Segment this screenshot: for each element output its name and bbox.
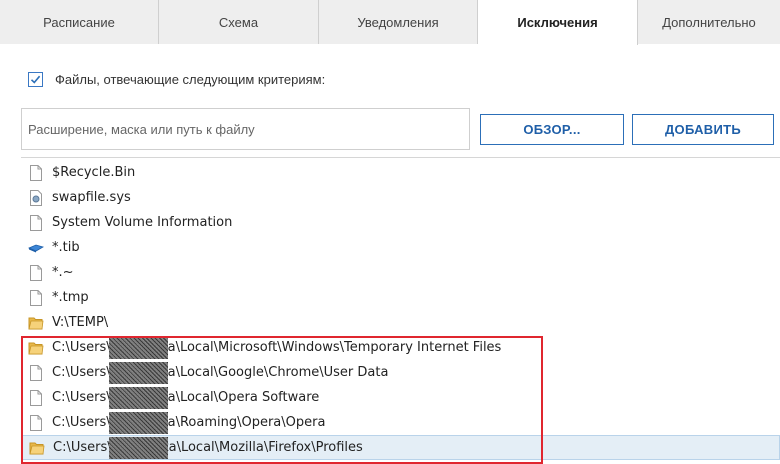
criteria-checkbox[interactable] bbox=[28, 72, 43, 87]
list-item-text: $Recycle.Bin bbox=[52, 165, 136, 180]
criteria-label: Файлы, отвечающие следующим критериям: bbox=[55, 72, 326, 87]
file-icon bbox=[30, 264, 42, 281]
file-icon bbox=[30, 214, 42, 231]
list-item[interactable]: *.~ bbox=[21, 260, 780, 285]
file-icon bbox=[30, 414, 42, 431]
list-item-text: swapfile.sys bbox=[52, 190, 131, 205]
list-item-text: *.tmp bbox=[52, 290, 89, 305]
backup-file-icon bbox=[28, 244, 44, 252]
system-file-icon bbox=[30, 189, 42, 206]
add-button[interactable]: ДОБАВИТЬ bbox=[632, 114, 774, 145]
file-icon bbox=[30, 389, 42, 406]
list-item-text: *.tib bbox=[52, 240, 80, 255]
list-item-text: C:\Users\ \AppData\Local\Mozilla\Firefox… bbox=[53, 440, 363, 455]
tab-schedule[interactable]: Расписание bbox=[0, 0, 159, 44]
folder-icon bbox=[28, 342, 44, 354]
tab-scheme[interactable]: Схема bbox=[159, 0, 319, 44]
list-item-text: *.~ bbox=[52, 265, 74, 280]
redaction-mask bbox=[109, 412, 168, 434]
file-icon bbox=[30, 164, 42, 181]
tab-notifications[interactable]: Уведомления bbox=[319, 0, 478, 44]
folder-icon bbox=[28, 317, 44, 329]
list-item-text: V:\TEMP\ bbox=[52, 315, 109, 330]
tab-advanced[interactable]: Дополнительно bbox=[638, 0, 780, 44]
criteria-row: Файлы, отвечающие следующим критериям: bbox=[28, 72, 325, 87]
list-item-text: C:\Users\ \AppData\Roaming\Opera\Opera bbox=[52, 415, 326, 430]
redaction-mask bbox=[109, 362, 168, 384]
file-icon bbox=[30, 289, 42, 306]
redaction-mask bbox=[109, 337, 168, 359]
folder-icon bbox=[29, 442, 45, 454]
list-item-text: C:\Users\ \AppData\Local\Opera Software bbox=[52, 390, 320, 405]
tab-exclusions[interactable]: Исключения bbox=[478, 0, 638, 45]
list-item[interactable]: V:\TEMP\ bbox=[21, 310, 780, 335]
path-input[interactable] bbox=[21, 108, 470, 150]
list-item[interactable]: *.tmp bbox=[21, 285, 780, 310]
list-item[interactable]: *.tib bbox=[21, 235, 780, 260]
list-item-text: System Volume Information bbox=[52, 215, 233, 230]
list-item-text: C:\Users\ \AppData\Local\Google\Chrome\U… bbox=[52, 365, 389, 380]
redaction-mask bbox=[109, 387, 168, 409]
list-item[interactable]: swapfile.sys bbox=[21, 185, 780, 210]
browse-button[interactable]: ОБЗОР... bbox=[480, 114, 624, 145]
list-item[interactable]: System Volume Information bbox=[21, 210, 780, 235]
checkmark-icon bbox=[30, 75, 41, 84]
file-icon bbox=[30, 364, 42, 381]
redaction-mask bbox=[109, 437, 168, 459]
list-item[interactable]: $Recycle.Bin bbox=[21, 160, 780, 185]
tab-bar: Расписание Схема Уведомления Исключения … bbox=[0, 0, 780, 45]
